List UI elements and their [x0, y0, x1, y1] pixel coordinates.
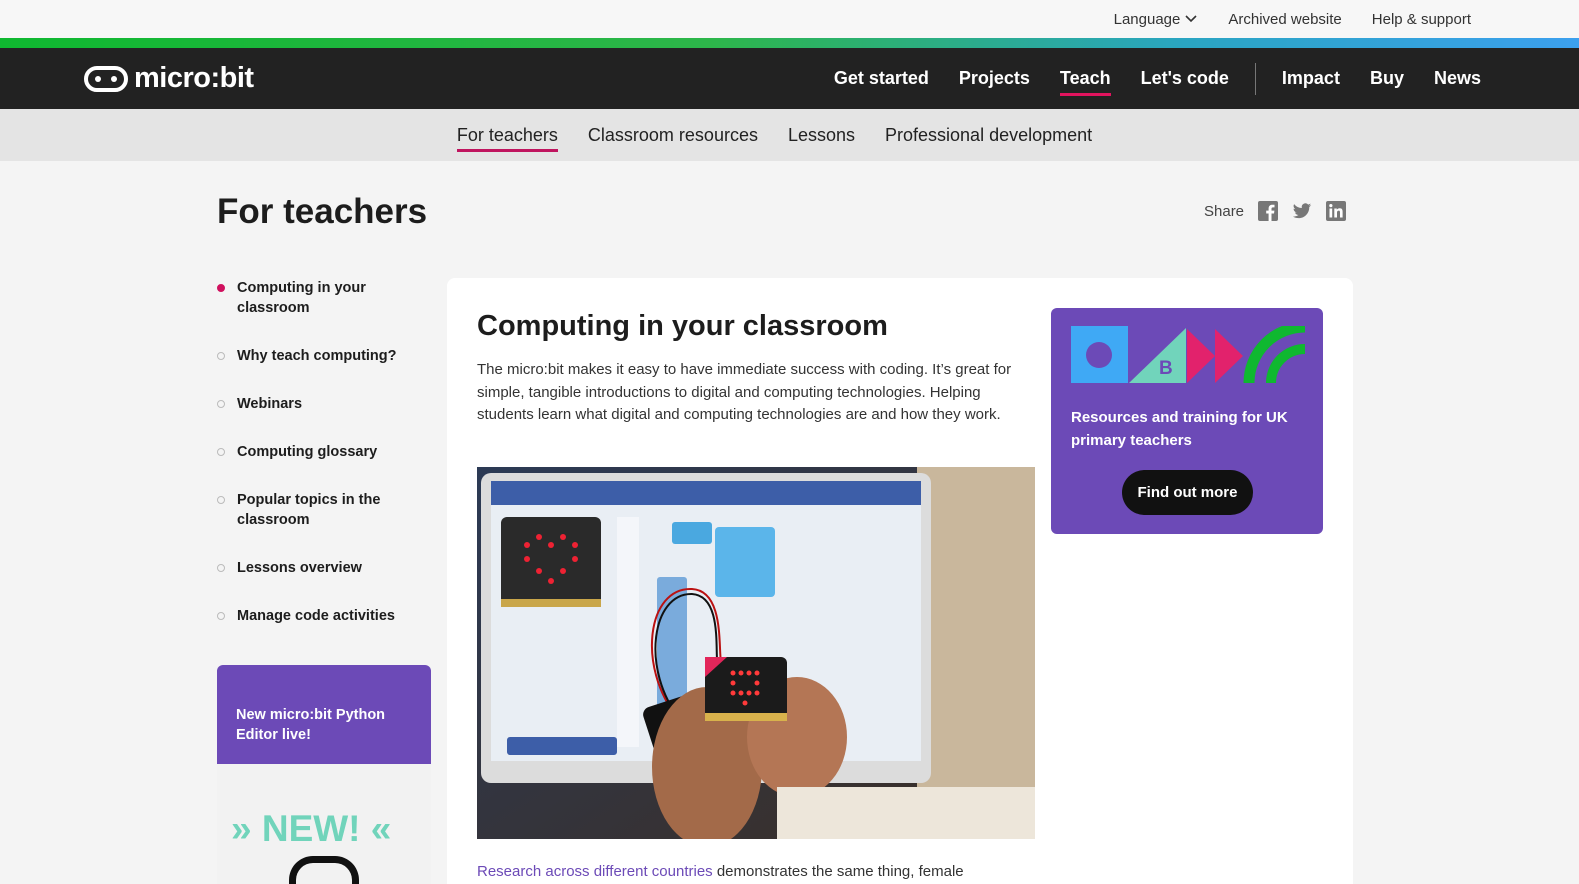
help-support-link[interactable]: Help & support — [1372, 11, 1471, 28]
nav-impact[interactable]: Impact — [1282, 64, 1340, 93]
sidebar-item-manage-code[interactable]: Manage code activities — [217, 606, 432, 626]
bullet-icon — [217, 448, 225, 456]
microbit-logo-icon — [84, 65, 128, 92]
uk-resources-text: Resources and training for UK primary te… — [1071, 409, 1288, 449]
subnav-lessons[interactable]: Lessons — [788, 121, 855, 150]
sidebar-item-label: Computing in your classroom — [237, 280, 366, 316]
language-selector[interactable]: Language — [1114, 11, 1199, 28]
robot-face-icon — [289, 856, 359, 884]
sidebar-item-label: Why teach computing? — [237, 348, 397, 364]
share-label: Share — [1204, 202, 1245, 220]
sub-nav: For teachers Classroom resources Lessons… — [0, 109, 1579, 161]
bullet-icon — [217, 564, 225, 572]
nav-lets-code[interactable]: Let's code — [1141, 64, 1229, 93]
section-heading: Computing in your classroom — [477, 310, 888, 342]
main-nav: micro:bit Get started Projects Teach Let… — [0, 48, 1579, 109]
uk-resources-box: B Resources and training for UK primary … — [1051, 308, 1323, 534]
nav-buy[interactable]: Buy — [1370, 64, 1404, 93]
page-title: For teachers — [217, 192, 428, 231]
nav-divider — [1254, 62, 1256, 95]
classroom-microbit-illustration — [477, 467, 1035, 839]
language-label: Language — [1113, 10, 1181, 28]
sidebar-item-lessons-overview[interactable]: Lessons overview — [217, 558, 432, 578]
brand-gradient-bar — [0, 38, 1579, 48]
linkedin-icon[interactable] — [1326, 201, 1347, 221]
utility-bar: Language Archived website Help & support — [0, 0, 1579, 38]
python-editor-promo[interactable]: New micro:bit Python Editor live! » NEW!… — [217, 665, 431, 884]
sidebar-item-label: Webinars — [237, 396, 303, 412]
nav-news[interactable]: News — [1434, 64, 1481, 93]
research-link[interactable]: Research across different countries — [477, 863, 713, 880]
content-card: Computing in your classroom The micro:bi… — [447, 278, 1353, 884]
bullet-icon — [217, 612, 225, 620]
sidebar: Computing in your classroom Why teach co… — [217, 278, 432, 654]
find-out-more-button[interactable]: Find out more — [1122, 470, 1253, 515]
new-badge-text: » NEW! « — [231, 808, 392, 849]
logo-text: micro:bit — [134, 62, 254, 94]
shape-letter: B — [1159, 358, 1173, 379]
promo-heading: New micro:bit Python Editor live! — [217, 665, 431, 764]
sidebar-item-webinars[interactable]: Webinars — [217, 394, 432, 414]
research-text: demonstrates the same thing, female — [712, 863, 964, 880]
active-bullet-icon — [217, 284, 225, 292]
promo-image: » NEW! « — [217, 764, 431, 884]
sidebar-item-label: Manage code activities — [237, 608, 395, 624]
archived-website-link[interactable]: Archived website — [1228, 11, 1341, 28]
intro-paragraph: The micro:bit makes it easy to have imme… — [477, 361, 1012, 423]
sidebar-item-label: Popular topics in the classroom — [237, 492, 381, 528]
brand-shapes-icon: B — [1071, 326, 1306, 384]
facebook-icon[interactable] — [1258, 201, 1279, 221]
main-nav-links: Get started Projects Teach Let's code Im… — [834, 62, 1481, 96]
nav-teach[interactable]: Teach — [1059, 64, 1111, 96]
bullet-icon — [217, 352, 225, 360]
sidebar-item-glossary[interactable]: Computing glossary — [217, 442, 432, 462]
sidebar-item-why-teach[interactable]: Why teach computing? — [217, 346, 432, 366]
twitter-icon[interactable] — [1292, 201, 1312, 221]
sidebar-item-label: Lessons overview — [237, 560, 362, 576]
subnav-for-teachers[interactable]: For teachers — [456, 121, 558, 152]
sidebar-item-computing-classroom[interactable]: Computing in your classroom — [217, 278, 432, 318]
share-bar: Share — [1204, 201, 1347, 221]
bullet-icon — [217, 400, 225, 408]
hero-photo — [477, 467, 1035, 839]
chevron-down-icon — [1185, 15, 1197, 23]
research-paragraph: Research across different countries demo… — [477, 861, 1037, 883]
subnav-professional-development[interactable]: Professional development — [885, 121, 1092, 150]
sidebar-item-label: Computing glossary — [237, 444, 378, 460]
bullet-icon — [217, 496, 225, 504]
microbit-logo[interactable]: micro:bit — [84, 62, 254, 95]
sidebar-item-popular-topics[interactable]: Popular topics in the classroom — [217, 490, 432, 530]
subnav-classroom-resources[interactable]: Classroom resources — [588, 121, 758, 150]
nav-projects[interactable]: Projects — [959, 64, 1030, 93]
nav-get-started[interactable]: Get started — [834, 64, 929, 93]
